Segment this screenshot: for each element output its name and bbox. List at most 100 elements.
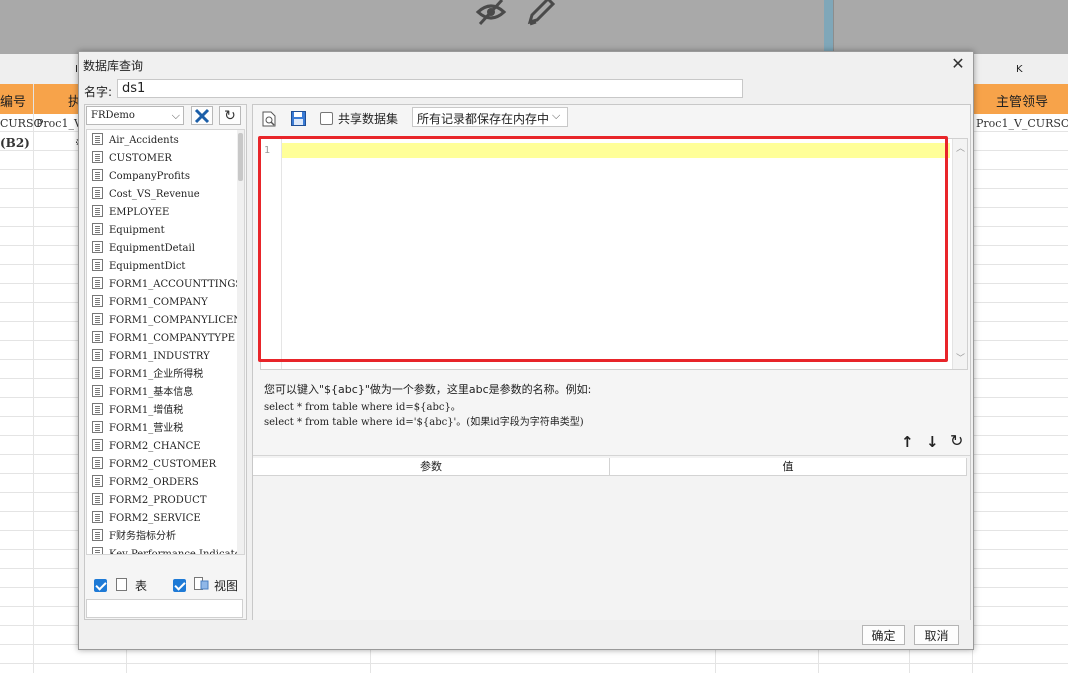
highlight-box [258,136,948,362]
table-item[interactable]: EMPLOYEE [89,204,237,222]
close-icon[interactable]: ✕ [950,56,966,72]
cell[interactable]: Proc1_V_CURSOR. [976,117,1068,130]
connection-value: FRDemo [91,110,135,121]
hint-text: 您可以键入"${abc}"做为一个参数，这里abc是参数的名称。例如: [264,383,592,396]
share-dataset-label: 共享数据集 [338,112,399,126]
table-icon [92,331,103,343]
name-label: 名字: [84,85,113,99]
chevron-up-icon[interactable]: ︿ [956,141,965,154]
table-item-label: EquipmentDetail [109,243,195,254]
header-cell: 主管领导 [996,95,1049,110]
chevron-down-icon[interactable]: ﹀ [956,351,965,364]
grid-line [818,648,819,673]
save-button[interactable] [287,109,309,128]
table-item[interactable]: EquipmentDict [89,258,237,276]
move-up-icon[interactable]: ↑ [901,433,914,451]
cancel-button[interactable]: 取消 [914,625,959,645]
table-filter-checkbox[interactable] [94,579,107,592]
table-icon [92,187,103,199]
table-item-label: FORM1_基本信息 [109,387,194,398]
table-item[interactable]: Cost_VS_Revenue [89,186,237,204]
table-icon [92,511,103,523]
table-item-label: EMPLOYEE [109,207,170,218]
scrollbar[interactable] [237,130,244,554]
table-item-label: Key Performance Indicators [109,549,237,555]
table-item[interactable]: FORM2_CHANCE [89,438,237,456]
value-column-header[interactable]: 值 [610,458,967,476]
dialog-title: 数据库查询 [83,59,144,73]
table-icon [92,169,103,181]
cell[interactable]: (B2) [0,136,30,150]
table-item[interactable]: FORM1_COMPANY [89,294,237,312]
chevron-down-icon: ⌵ [552,109,561,122]
table-item[interactable]: FORM2_CUSTOMER [89,456,237,474]
edit-connection-button[interactable] [191,106,213,125]
table-item-label: FORM1_增值税 [109,405,184,416]
view-filter-checkbox[interactable] [173,579,186,592]
table-item[interactable]: EquipmentDetail [89,240,237,258]
table-item[interactable]: FORM1_增值税 [89,402,237,420]
column-letter: K [1016,64,1023,75]
table-item[interactable]: FORM1_基本信息 [89,384,237,402]
table-item-label: Cost_VS_Revenue [109,189,200,200]
table-item-label: FORM1_INDUSTRY [109,351,210,362]
table-item-label: FORM2_CUSTOMER [109,459,217,470]
table-item[interactable]: FORM2_SERVICE [89,510,237,528]
parameter-table[interactable]: 参数 值 [253,455,970,620]
pencil-icon[interactable] [524,0,558,28]
table-item[interactable]: FORM1_INDUSTRY [89,348,237,366]
table-item[interactable]: Equipment [89,222,237,240]
table-item-label: FORM2_SERVICE [109,513,201,524]
view-icon [194,577,209,591]
table-item-label: FORM2_PRODUCT [109,495,207,506]
tools-icon [194,108,210,123]
grid-line [715,648,716,673]
grid-line [370,648,371,673]
preview-button[interactable] [258,109,280,128]
table-item-label: FORM2_ORDERS [109,477,199,488]
table-item[interactable]: FORM1_COMPANYLICENSE [89,312,237,330]
table-item-label: FORM1_COMPANYTYPE [109,333,236,344]
table-item[interactable]: FORM1_企业所得税 [89,366,237,384]
table-list[interactable]: Air_Accidents CUSTOMER CompanyProfits Cost_… [86,129,245,555]
cell[interactable]: Proc1_V [36,117,82,130]
table-item[interactable]: FORM1_ACCOUNTTINGSYSTEM [89,276,237,294]
table-icon [92,547,103,554]
ok-button[interactable]: 确定 [862,625,905,645]
table-icon [92,421,103,433]
cache-mode-select[interactable]: 所有记录都保存在内存中 ⌵ [412,107,568,127]
table-item[interactable]: FORM2_PRODUCT [89,492,237,510]
name-input[interactable]: ds1 [117,79,743,98]
param-column-header[interactable]: 参数 [253,458,610,476]
table-item[interactable]: CompanyProfits [89,168,237,186]
table-icon [92,385,103,397]
table-item[interactable]: CUSTOMER [89,150,237,168]
hint-example: select * from table where id='${abc}'。(如… [264,417,584,428]
refresh-button[interactable]: ↻ [219,106,241,125]
share-dataset-checkbox[interactable] [320,112,333,125]
table-item[interactable]: FORM2_ORDERS [89,474,237,492]
chevron-down-icon: ⌵ [171,109,180,122]
table-icon [92,493,103,505]
table-icon [92,349,103,361]
table-item[interactable]: Key Performance Indicators [89,546,237,555]
refresh-params-icon[interactable]: ↻ [950,431,963,450]
table-icon [92,151,103,163]
move-down-icon[interactable]: ↓ [926,433,939,451]
grid-line [126,648,127,673]
table-item[interactable]: FORM1_营业税 [89,420,237,438]
table-filter-label: 表 [135,579,148,593]
grid-line [909,648,910,673]
table-icon [92,205,103,217]
table-icon [116,578,127,591]
toolbar-background [0,0,1068,54]
table-item[interactable]: F财务指标分析 [89,528,237,546]
table-icon [92,241,103,253]
scrollbar[interactable]: ︿ ﹀ [952,139,967,369]
table-item[interactable]: Air_Accidents [89,132,237,150]
table-item[interactable]: FORM1_COMPANYTYPE [89,330,237,348]
table-search-input[interactable] [86,599,243,618]
connection-select[interactable]: FRDemo ⌵ [86,106,184,125]
scrollbar-thumb[interactable] [238,133,243,181]
eye-slash-icon[interactable] [474,0,508,28]
